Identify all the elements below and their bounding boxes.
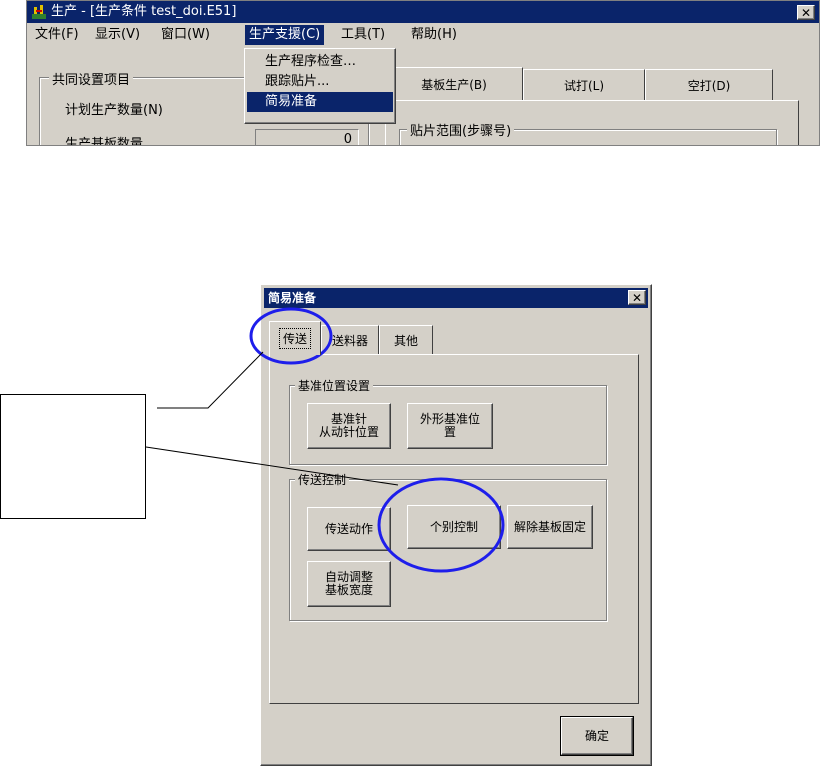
tab-transfer[interactable]: 传送 [269,321,321,355]
annotation-overlay [145,307,505,573]
callout-line-1 [157,351,264,409]
tab-transfer-label: 传送 [278,328,312,349]
highlight-circle-individual-control [377,477,505,573]
callout-line-2 [145,446,399,486]
